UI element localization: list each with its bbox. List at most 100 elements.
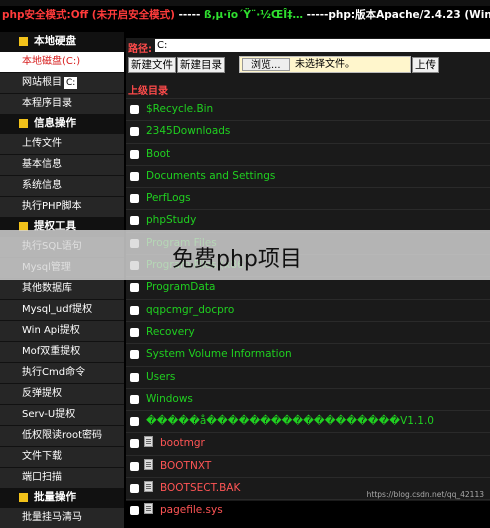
folder-row[interactable]: Boot xyxy=(126,142,490,165)
file-icon xyxy=(144,481,153,493)
sidebar-item-label: 系统信息 xyxy=(22,180,62,191)
new-dir-button[interactable]: 新建目录 xyxy=(177,57,225,73)
sidebar-item-label: Serv-U提权 xyxy=(22,409,76,420)
entry-name[interactable]: Recovery xyxy=(146,322,195,343)
no-file-label: 未选择文件。 xyxy=(295,59,355,70)
row-checkbox[interactable] xyxy=(130,350,139,360)
sidebar-item-label: 端口扫描 xyxy=(22,472,62,483)
parent-dir-link[interactable]: 上级目录 xyxy=(128,82,168,97)
sidebar-item-label: 本地磁盘(C:) xyxy=(22,56,81,67)
folder-row[interactable]: �����å������������������V1.1.0 xyxy=(126,410,490,432)
sidebar-item[interactable]: 系统信息 xyxy=(0,175,124,196)
folder-row[interactable]: Documents and Settings xyxy=(126,164,490,187)
sidebar-item[interactable]: 其他数据库 xyxy=(0,278,124,299)
sidebar-item[interactable]: Mof双重提权 xyxy=(0,341,124,362)
folder-row[interactable]: $Recycle.Bin xyxy=(126,98,490,120)
sidebar-item[interactable]: 端口扫描 xyxy=(0,467,124,488)
sidebar-section-header: 批量操作 xyxy=(0,488,124,507)
entry-name[interactable]: Windows xyxy=(146,389,193,410)
folder-row[interactable]: 2345Downloads xyxy=(126,120,490,142)
entry-name[interactable]: qqpcmgr_docpro xyxy=(146,300,234,321)
entry-name[interactable]: Boot xyxy=(146,144,170,165)
entry-name[interactable]: BOOTNXT xyxy=(160,456,211,477)
row-checkbox[interactable] xyxy=(130,484,139,494)
entry-name[interactable]: bootmgr xyxy=(160,433,205,454)
sidebar-item-label: 执行PHP脚本 xyxy=(22,201,82,212)
row-checkbox[interactable] xyxy=(130,394,139,404)
entry-name[interactable]: BOOTSECT.BAK xyxy=(160,478,240,499)
entry-name[interactable]: �����å������������������V1.1.0 xyxy=(146,411,434,432)
row-checkbox[interactable] xyxy=(130,194,139,204)
banner-garbled-text: ß‚µ·ïo´Ÿ¨·½ŒÎ‡… xyxy=(204,9,303,21)
row-checkbox[interactable] xyxy=(130,305,139,315)
folder-row[interactable]: Windows xyxy=(126,387,490,410)
row-checkbox[interactable] xyxy=(130,216,139,226)
row-checkbox[interactable] xyxy=(130,461,139,471)
folder-row[interactable]: System Volume Information xyxy=(126,343,490,365)
row-checkbox[interactable] xyxy=(130,171,139,181)
path-input[interactable]: C: xyxy=(155,39,490,52)
file-icon xyxy=(144,436,153,448)
sidebar-item-label: Mysql_udf提权 xyxy=(22,304,93,315)
sidebar-item-label: 网站根目 xyxy=(22,77,62,88)
row-checkbox[interactable] xyxy=(130,327,139,337)
folder-icon xyxy=(19,37,28,46)
file-picker[interactable]: 浏览... 未选择文件。 xyxy=(239,56,411,73)
entry-name[interactable]: Users xyxy=(146,367,175,388)
entry-name[interactable]: phpStudy xyxy=(146,210,196,231)
sidebar-item[interactable]: Serv-U提权 xyxy=(0,404,124,425)
file-icon xyxy=(144,503,153,515)
sidebar-item[interactable]: 本程序目录 xyxy=(0,93,124,114)
row-checkbox[interactable] xyxy=(130,372,139,382)
overlay-text: 免费php项目 xyxy=(172,247,302,272)
folder-row[interactable]: PerfLogs xyxy=(126,187,490,209)
sidebar-item[interactable]: 执行Cmd命令 xyxy=(0,362,124,383)
folder-icon xyxy=(19,119,28,128)
entry-name[interactable]: Documents and Settings xyxy=(146,166,275,187)
entry-name[interactable]: PerfLogs xyxy=(146,188,191,209)
folder-row[interactable]: phpStudy xyxy=(126,209,490,231)
new-file-button[interactable]: 新建文件 xyxy=(128,57,176,73)
folder-row[interactable]: Recovery xyxy=(126,320,490,343)
file-list: $Recycle.Bin 2345Downloads Boot Documents a… xyxy=(126,98,490,522)
row-checkbox[interactable] xyxy=(130,149,139,159)
entry-name[interactable]: $Recycle.Bin xyxy=(146,99,213,120)
entry-name[interactable]: System Volume Information xyxy=(146,344,292,365)
safe-mode-text: php安全模式:Off xyxy=(2,9,89,21)
safe-mode-note: (未开启安全模式) xyxy=(91,9,175,21)
sidebar-item[interactable]: 上传文件 xyxy=(0,133,124,154)
row-checkbox[interactable] xyxy=(130,439,139,449)
sidebar-item[interactable]: 批量挂马清马 xyxy=(0,507,124,528)
sidebar-item[interactable]: 执行PHP脚本 xyxy=(0,196,124,217)
status-banner: php安全模式:Off (未开启安全模式) ----- ß‚µ·ïo´Ÿ¨·½Œ… xyxy=(0,6,490,24)
entry-name[interactable]: ProgramData xyxy=(146,277,215,298)
sidebar-item[interactable]: 低权限读root密码 xyxy=(0,425,124,446)
row-checkbox[interactable] xyxy=(130,417,139,427)
sidebar-item[interactable]: 本地磁盘(C:) xyxy=(0,51,124,72)
file-row[interactable]: pagefile.sys xyxy=(126,499,490,521)
upload-button[interactable]: 上传 xyxy=(412,57,439,73)
row-checkbox[interactable] xyxy=(130,105,139,114)
path-label: 路径: xyxy=(128,44,152,55)
row-checkbox[interactable] xyxy=(130,283,139,293)
file-row[interactable]: BOOTNXT xyxy=(126,454,490,477)
folder-row[interactable]: Users xyxy=(126,365,490,388)
folder-row[interactable]: qqpcmgr_docpro xyxy=(126,298,490,321)
sidebar-item[interactable]: 基本信息 xyxy=(0,154,124,175)
entry-name[interactable]: pagefile.sys xyxy=(160,500,223,521)
sidebar-item[interactable]: Mysql_udf提权 xyxy=(0,299,124,320)
row-checkbox[interactable] xyxy=(130,506,139,516)
file-row[interactable]: bootmgr xyxy=(126,432,490,454)
row-checkbox[interactable] xyxy=(130,127,139,137)
sidebar-item[interactable]: Win Api提权 xyxy=(0,320,124,341)
sidebar-section-header: 本地硬盘 xyxy=(0,32,124,51)
sidebar-item-label: 基本信息 xyxy=(22,159,62,170)
sidebar-item[interactable]: 文件下载 xyxy=(0,446,124,467)
server-info: -----php:版本Apache/2.4.23 (Win32) Op xyxy=(306,9,490,21)
sidebar-item[interactable]: 反弹提权 xyxy=(0,383,124,404)
browse-button[interactable]: 浏览... xyxy=(242,58,290,71)
entry-name[interactable]: 2345Downloads xyxy=(146,121,230,142)
sidebar-item[interactable]: 网站根目 C: xyxy=(0,72,124,93)
sidebar-item-label: Mof双重提权 xyxy=(22,346,81,357)
sidebar-item-label: 上传文件 xyxy=(22,138,62,149)
